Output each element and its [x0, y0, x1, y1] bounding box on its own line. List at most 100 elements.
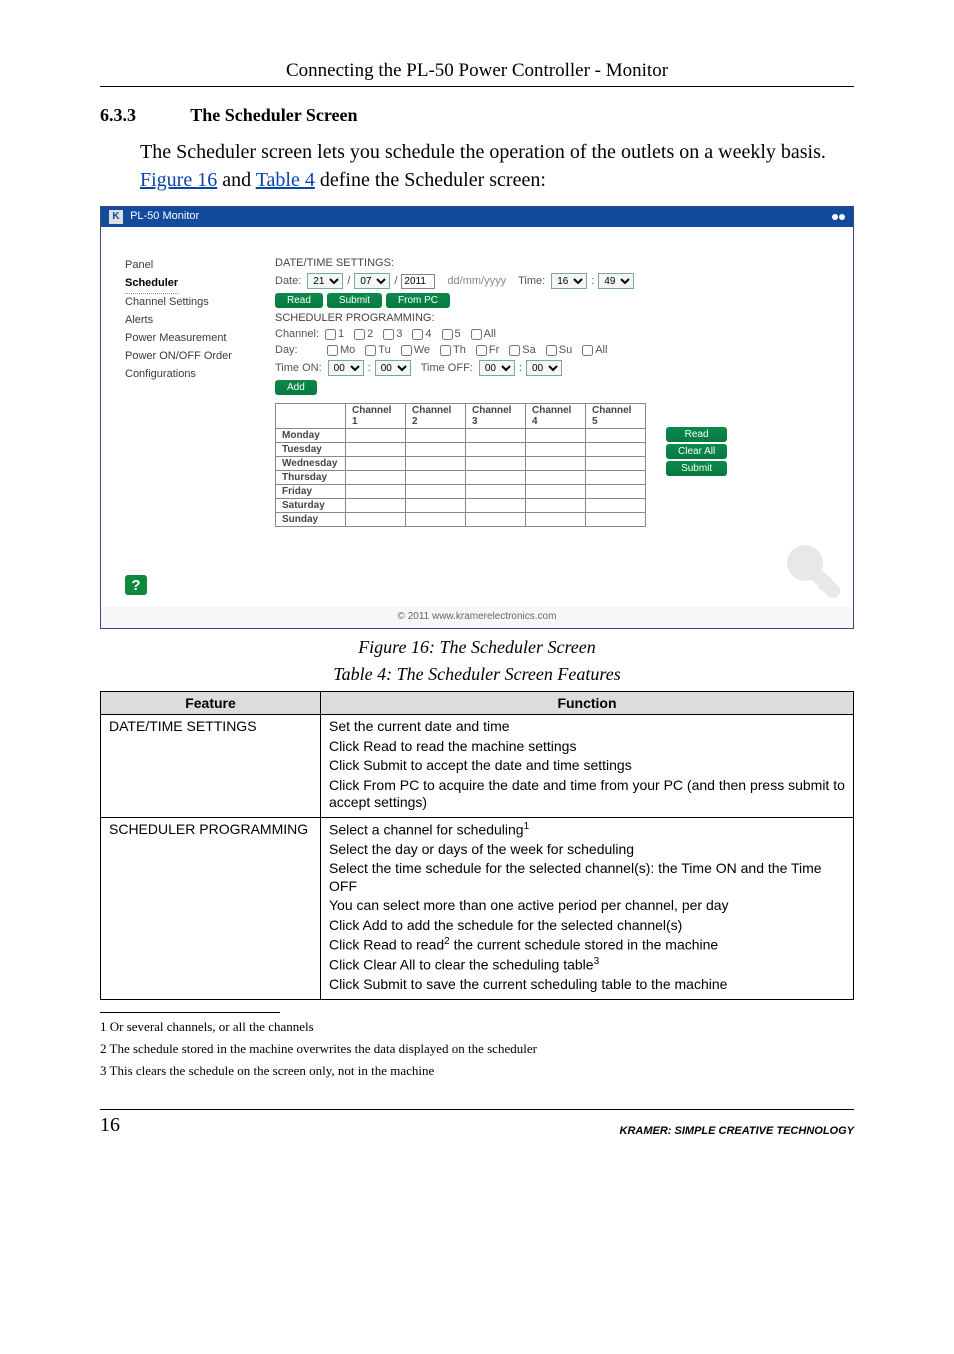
sidebar-item-panel[interactable]: Panel — [125, 257, 275, 275]
table-row: Wednesday — [276, 457, 646, 471]
datetime-frompc-button[interactable]: From PC — [386, 293, 450, 308]
footnote-ref-3: 3 — [594, 956, 600, 967]
date-sep-1: / — [347, 275, 350, 287]
day-su-checkbox[interactable] — [546, 345, 557, 356]
date-year-input[interactable] — [401, 274, 435, 289]
col-ch1: Channel 1 — [346, 404, 406, 429]
intro-paragraph: The Scheduler screen lets you schedule t… — [140, 138, 854, 194]
table-submit-button[interactable]: Submit — [666, 461, 727, 476]
table-clearall-button[interactable]: Clear All — [666, 444, 727, 459]
time-on-hour-select[interactable]: 00 — [328, 360, 364, 376]
time-label: Time: — [518, 275, 545, 287]
sidebar-nav: Panel Scheduler Channel Settings Alerts … — [125, 257, 275, 607]
page-footer: 16 KRAMER: SIMPLE CREATIVE TECHNOLOGY — [100, 1109, 854, 1137]
footnote-3: 3 This clears the schedule on the screen… — [100, 1063, 854, 1079]
table-row: Tuesday — [276, 443, 646, 457]
footnote-separator — [100, 1012, 280, 1013]
day-sa-checkbox[interactable] — [509, 345, 520, 356]
table-caption: Table 4: The Scheduler Screen Features — [100, 664, 854, 685]
day-th-checkbox[interactable] — [440, 345, 451, 356]
channel-all-checkbox[interactable] — [471, 329, 482, 340]
channel-2-checkbox[interactable] — [354, 329, 365, 340]
table-row: DATE/TIME SETTINGS Set the current date … — [101, 715, 854, 818]
time-on-label: Time ON: — [275, 362, 322, 374]
time-on-min-select[interactable]: 00 — [375, 360, 411, 376]
section-number: 6.3.3 — [100, 105, 186, 126]
intro-text-2: and — [222, 169, 256, 191]
schedule-table: Channel 1 Channel 2 Channel 3 Channel 4 … — [275, 403, 646, 527]
app-logo-icon: K — [109, 210, 123, 224]
sidebar-item-alerts[interactable]: Alerts — [125, 312, 275, 330]
date-label: Date: — [275, 275, 301, 287]
figure-caption: Figure 16: The Scheduler Screen — [100, 637, 854, 658]
add-button[interactable]: Add — [275, 380, 317, 395]
table-row: Saturday — [276, 499, 646, 513]
kramer-logo-icon — [783, 541, 843, 601]
date-day-select[interactable]: 21 — [307, 273, 343, 289]
channel-label: Channel: — [275, 328, 319, 340]
features-head-function: Function — [321, 692, 854, 715]
function-datetime: Set the current date and time Click Read… — [321, 715, 854, 818]
table-row: Sunday — [276, 513, 646, 527]
table-read-button[interactable]: Read — [666, 427, 727, 442]
table-row: Monday — [276, 429, 646, 443]
col-ch2: Channel 2 — [406, 404, 466, 429]
datetime-header: DATE/TIME SETTINGS: — [275, 257, 829, 269]
window-title: PL-50 Monitor — [130, 210, 199, 222]
date-hint: dd/mm/yyyy — [447, 275, 506, 287]
datetime-read-button[interactable]: Read — [275, 293, 323, 308]
sidebar-item-power-measurement[interactable]: Power Measurement — [125, 330, 275, 348]
features-table: Feature Function DATE/TIME SETTINGS Set … — [100, 691, 854, 1000]
col-ch4: Channel 4 — [526, 404, 586, 429]
window-titlebar: K PL-50 Monitor — [101, 207, 853, 227]
sidebar-item-power-onoff-order[interactable]: Power ON/OFF Order — [125, 348, 275, 366]
table-row: SCHEDULER PROGRAMMING Select a channel f… — [101, 817, 854, 999]
footer-brand: KRAMER: SIMPLE CREATIVE TECHNOLOGY — [620, 1125, 854, 1137]
datetime-submit-button[interactable]: Submit — [327, 293, 382, 308]
feature-datetime: DATE/TIME SETTINGS — [101, 715, 321, 818]
table-corner — [276, 404, 346, 429]
sidebar-item-configurations[interactable]: Configurations — [125, 366, 275, 384]
help-button[interactable]: ? — [125, 575, 147, 595]
day-mo-checkbox[interactable] — [327, 345, 338, 356]
link-figure-16[interactable]: Figure 16 — [140, 169, 217, 191]
footnote-ref-1: 1 — [524, 821, 530, 832]
function-programming: Select a channel for scheduling1 Select … — [321, 817, 854, 999]
time-min-select[interactable]: 49 — [598, 273, 634, 289]
day-label: Day: — [275, 344, 321, 356]
time-sep: : — [591, 275, 594, 287]
time-off-min-select[interactable]: 00 — [526, 360, 562, 376]
running-header: Connecting the PL-50 Power Controller - … — [100, 60, 854, 87]
channel-1-checkbox[interactable] — [325, 329, 336, 340]
screenshot-footer: © 2011 www.kramerelectronics.com — [101, 607, 853, 628]
sidebar-item-channel-settings[interactable]: Channel Settings — [125, 294, 275, 312]
channel-4-checkbox[interactable] — [412, 329, 423, 340]
col-ch3: Channel 3 — [466, 404, 526, 429]
channel-5-checkbox[interactable] — [442, 329, 453, 340]
day-all-checkbox[interactable] — [582, 345, 593, 356]
scheduler-panel: DATE/TIME SETTINGS: Date: 21 / 07 / dd/m… — [275, 257, 829, 607]
features-head-feature: Feature — [101, 692, 321, 715]
footnote-2: 2 The schedule stored in the machine ove… — [100, 1041, 854, 1057]
time-off-label: Time OFF: — [421, 362, 473, 374]
page-number: 16 — [100, 1114, 120, 1137]
col-ch5: Channel 5 — [586, 404, 646, 429]
table-row: Friday — [276, 485, 646, 499]
time-off-hour-select[interactable]: 00 — [479, 360, 515, 376]
section-heading: 6.3.3 The Scheduler Screen — [100, 105, 854, 126]
channel-3-checkbox[interactable] — [383, 329, 394, 340]
intro-text-1: The Scheduler screen lets you schedule t… — [140, 141, 826, 163]
day-fr-checkbox[interactable] — [476, 345, 487, 356]
section-title: The Scheduler Screen — [190, 105, 357, 125]
date-sep-2: / — [394, 275, 397, 287]
scheduler-screenshot: K PL-50 Monitor Panel Scheduler Channel … — [100, 206, 854, 629]
programming-header: SCHEDULER PROGRAMMING: — [275, 312, 829, 324]
day-we-checkbox[interactable] — [401, 345, 412, 356]
link-table-4[interactable]: Table 4 — [256, 169, 315, 191]
window-controls-icon — [831, 211, 845, 223]
sidebar-item-scheduler[interactable]: Scheduler — [125, 275, 178, 294]
day-tu-checkbox[interactable] — [365, 345, 376, 356]
table-row: Thursday — [276, 471, 646, 485]
time-hour-select[interactable]: 16 — [551, 273, 587, 289]
date-month-select[interactable]: 07 — [354, 273, 390, 289]
